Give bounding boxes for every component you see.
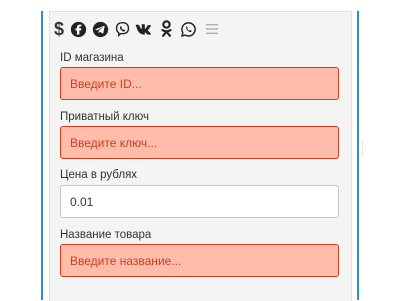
viber-icon[interactable] — [113, 19, 132, 39]
price-label: Цена в рублях — [60, 169, 138, 181]
shop-id-label: ID магазина — [60, 52, 124, 64]
dollar-icon[interactable]: $ — [52, 19, 66, 39]
odnoklassniki-icon[interactable] — [157, 19, 176, 39]
price-input[interactable]: 0.01 — [60, 185, 339, 218]
right-frame-border — [357, 11, 359, 300]
whatsapp-icon[interactable] — [179, 19, 198, 39]
toolbar: $ — [52, 18, 222, 40]
product-name-input[interactable]: Введите название... — [60, 244, 339, 277]
menu-icon[interactable] — [202, 19, 222, 39]
shop-id-input[interactable]: Введите ID... — [60, 67, 339, 100]
payment-settings-panel: $ ID магазина Введите ID... Приватный кл… — [49, 11, 352, 301]
private-key-label: Приватный ключ — [60, 111, 149, 123]
scrollbar[interactable] — [362, 140, 363, 158]
private-key-input[interactable]: Введите ключ... — [60, 126, 339, 159]
vk-icon[interactable] — [135, 19, 154, 39]
product-name-label: Название товара — [60, 229, 152, 241]
facebook-icon[interactable] — [69, 19, 88, 39]
telegram-icon[interactable] — [91, 19, 110, 39]
left-frame-border — [41, 11, 43, 300]
